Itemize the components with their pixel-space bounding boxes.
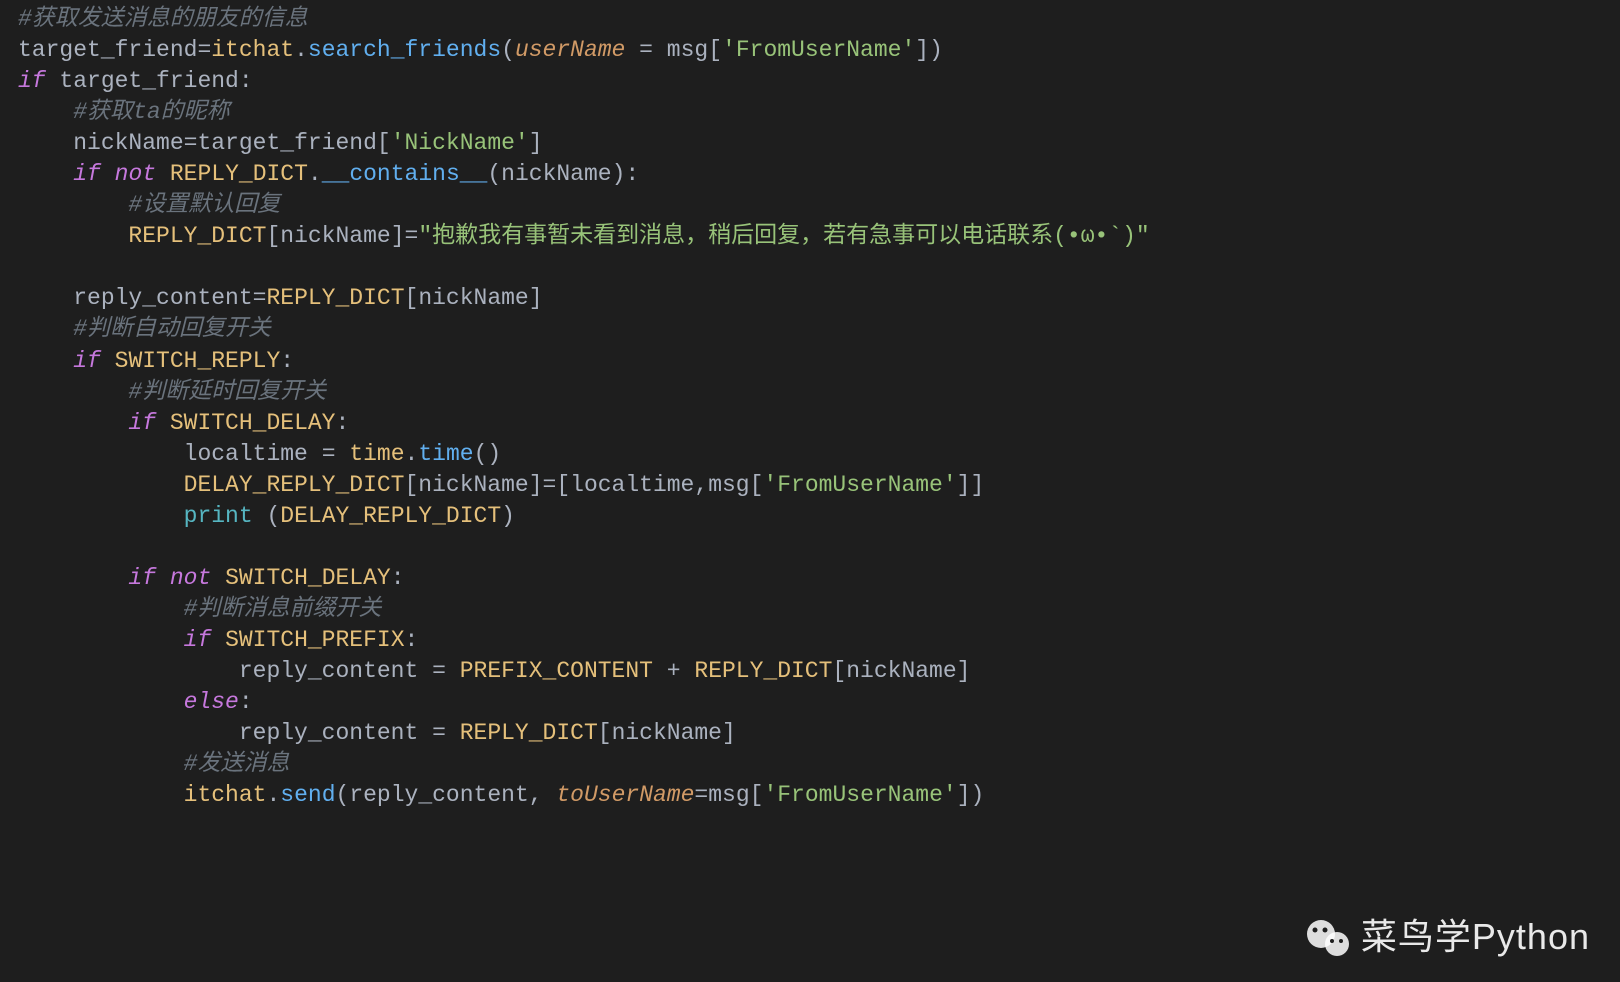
watermark-text: 菜鸟学Python [1361,913,1590,962]
wechat-icon [1303,918,1351,958]
identifier: target_friend [18,37,197,63]
watermark: 菜鸟学Python [1303,913,1590,962]
code-editor[interactable]: #获取发送消息的朋友的信息 target_friend=itchat.searc… [0,0,1620,811]
comment: #获取发送消息的朋友的信息 [18,6,308,32]
